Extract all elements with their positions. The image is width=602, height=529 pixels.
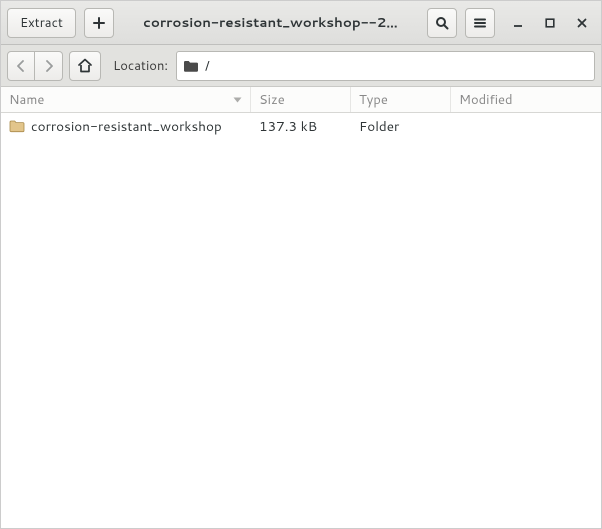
search-icon	[435, 16, 449, 30]
close-icon	[577, 18, 587, 28]
folder-path-icon	[183, 59, 199, 73]
column-headers: Name Size Type Modified	[1, 87, 601, 113]
search-button[interactable]	[427, 8, 457, 38]
extract-button-label: Extract	[20, 14, 63, 32]
cell-type: Folder	[351, 117, 451, 136]
window-controls	[511, 16, 589, 30]
history-nav	[7, 51, 63, 81]
sort-descending-icon	[233, 97, 242, 103]
column-header-size[interactable]: Size	[251, 87, 351, 112]
menu-button[interactable]	[465, 8, 495, 38]
column-header-type[interactable]: Type	[351, 87, 451, 112]
maximize-button[interactable]	[543, 16, 557, 30]
row-name: corrosion-resistant_workshop	[31, 117, 222, 136]
column-header-modified[interactable]: Modified	[451, 87, 601, 112]
chevron-left-icon	[16, 60, 26, 72]
column-header-name[interactable]: Name	[1, 87, 251, 112]
table-row[interactable]: corrosion-resistant_workshop 137.3 kB Fo…	[1, 113, 601, 139]
column-header-name-label: Name	[9, 91, 44, 109]
row-type: Folder	[359, 117, 399, 136]
back-button[interactable]	[7, 51, 35, 81]
chevron-right-icon	[44, 60, 54, 72]
column-header-type-label: Type	[359, 91, 388, 109]
location-field[interactable]: /	[176, 51, 595, 81]
row-size: 137.3 kB	[259, 117, 317, 136]
plus-icon	[92, 16, 106, 30]
home-icon	[77, 58, 93, 73]
navbar: Location: /	[1, 45, 601, 87]
minimize-button[interactable]	[511, 16, 525, 30]
window-title: corrosion-resistant_workshop--2…	[122, 13, 419, 32]
location-label: Location:	[113, 57, 168, 75]
forward-button[interactable]	[35, 51, 63, 81]
hamburger-icon	[473, 16, 487, 30]
extract-button[interactable]: Extract	[7, 8, 76, 38]
file-list: corrosion-resistant_workshop 137.3 kB Fo…	[1, 113, 601, 528]
home-button[interactable]	[69, 51, 101, 81]
titlebar: Extract corrosion-resistant_workshop--2…	[1, 1, 601, 45]
cell-size: 137.3 kB	[251, 117, 351, 136]
close-button[interactable]	[575, 16, 589, 30]
minimize-icon	[513, 18, 523, 28]
maximize-icon	[545, 18, 555, 28]
add-button[interactable]	[84, 8, 114, 38]
cell-name: corrosion-resistant_workshop	[1, 117, 251, 136]
location-path: /	[205, 57, 588, 75]
folder-icon	[9, 119, 25, 133]
column-header-size-label: Size	[259, 91, 285, 109]
column-header-modified-label: Modified	[459, 91, 513, 109]
